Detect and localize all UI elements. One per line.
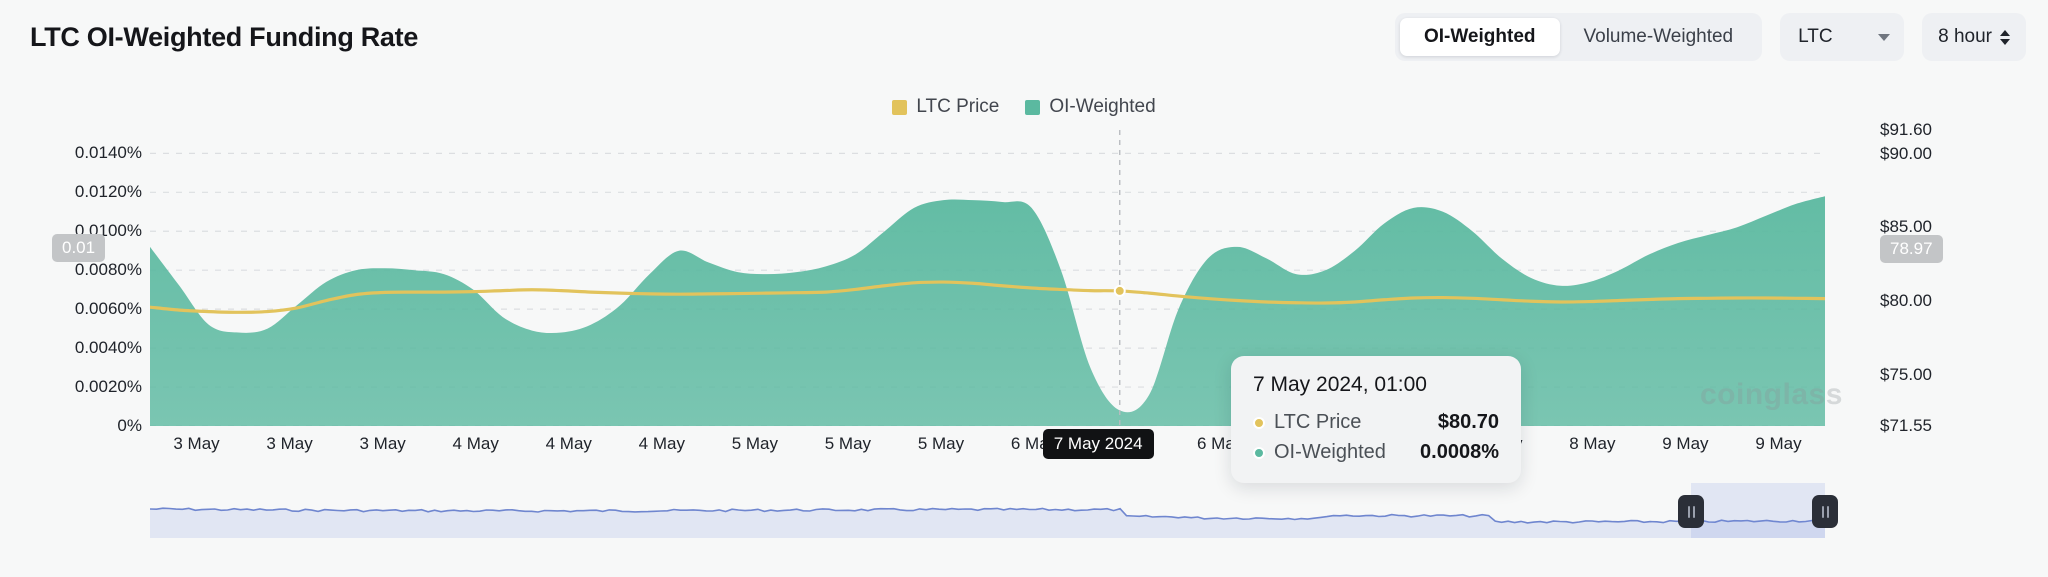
navigator-handle-right[interactable]: [1812, 495, 1838, 528]
x-axis-tick: 4 May: [638, 434, 685, 453]
interval-stepper[interactable]: 8 hour: [1922, 13, 2026, 61]
crosshair-left-value-badge: 0.01: [52, 234, 106, 262]
tab-oi-weighted[interactable]: OI-Weighted: [1399, 18, 1560, 56]
navigator-sparkline: [149, 507, 1826, 538]
tooltip-date: 7 May 2024, 01:00: [1253, 373, 1427, 396]
page-title: LTC OI-Weighted Funding Rate: [30, 22, 419, 52]
tooltip-row-oi-weighted: OI-Weighted 0.0008%: [1253, 441, 1499, 464]
interval-stepper-value: 8 hour: [1938, 26, 1992, 47]
legend-swatch-oi-weighted: [1025, 99, 1041, 115]
y-axis-right-tick: $75.00: [1880, 365, 1932, 385]
chart-plot-area[interactable]: [148, 130, 1827, 427]
x-axis-tick: 3 May: [266, 434, 313, 453]
y-axis-right-tick: $90.00: [1880, 143, 1932, 163]
y-axis-left-tick: 0.0080%: [74, 260, 142, 280]
asset-select[interactable]: LTC: [1780, 13, 1905, 61]
y-axis-left-tick: 0.0040%: [74, 338, 142, 358]
y-axis-left-tick: 0.0120%: [74, 182, 142, 202]
stepper-arrows-icon[interactable]: [2000, 29, 2010, 45]
tooltip-row-ltc-price: LTC Price $80.70: [1253, 411, 1499, 434]
funding-rate-chart-page: LTC OI-Weighted Funding Rate OI-Weighted…: [0, 0, 2048, 577]
y-axis-left-tick: 0%: [117, 416, 142, 435]
chart-controls: OI-Weighted Volume-Weighted LTC 8 hour: [1394, 13, 2026, 61]
x-axis-tick: 4 May: [452, 434, 499, 453]
coinglass-watermark: coinglass: [1700, 378, 1843, 411]
y-axis-left-tick: 0.0060%: [74, 299, 142, 319]
x-axis-tick: 5 May: [731, 434, 779, 453]
legend-item-oi-weighted[interactable]: OI-Weighted: [1025, 96, 1156, 118]
legend-label-oi-weighted: OI-Weighted: [1049, 96, 1156, 117]
x-axis-tick: 8 May: [1569, 434, 1616, 453]
stepper-down-icon[interactable]: [2000, 38, 2010, 45]
chart-legend: LTC Price OI-Weighted: [0, 96, 2048, 118]
x-axis-tick: 3 May: [359, 434, 406, 453]
y-axis-right-tick: $91.60: [1880, 120, 1932, 139]
weighting-toggle-group: OI-Weighted Volume-Weighted: [1394, 13, 1763, 61]
tooltip-value-ltc-price: $80.70: [1437, 411, 1499, 433]
x-axis-tick: 5 May: [917, 434, 965, 453]
crosshair-right-value-badge: 78.97: [1880, 235, 1943, 263]
y-axis-left-tick: 0.0020%: [74, 377, 142, 397]
chart-navigator[interactable]: [149, 483, 1838, 538]
legend-item-ltc-price[interactable]: LTC Price: [892, 96, 999, 118]
tab-volume-weighted[interactable]: Volume-Weighted: [1560, 18, 1758, 56]
tooltip-dot-oi-weighted: [1253, 446, 1265, 459]
crosshair-point: [1113, 284, 1126, 297]
y-axis-right-tick: $71.55: [1880, 416, 1932, 435]
drag-handle-icon: [1687, 505, 1690, 518]
x-axis-tick: 5 May: [824, 434, 872, 453]
y-axis-left-tick: 0.0140%: [74, 143, 142, 163]
drag-handle-icon: [1826, 505, 1829, 518]
chevron-down-icon: [1878, 33, 1891, 41]
legend-swatch-ltc-price: [892, 99, 908, 115]
drag-handle-icon: [1692, 505, 1695, 518]
asset-select-value: LTC: [1798, 26, 1833, 47]
chart-tooltip: 7 May 2024, 01:00 LTC Price $80.70 OI-We…: [1231, 356, 1521, 483]
chart-svg: [148, 130, 1827, 427]
tooltip-value-oi-weighted: 0.0008%: [1420, 441, 1499, 463]
tooltip-name-oi-weighted: OI-Weighted: [1274, 441, 1386, 463]
stepper-up-icon[interactable]: [2000, 29, 2010, 36]
tooltip-name-ltc-price: LTC Price: [1274, 411, 1362, 433]
x-axis-tick: 9 May: [1662, 434, 1709, 453]
y-axis-right-tick: $80.00: [1880, 291, 1932, 311]
x-axis-tick: 3 May: [173, 434, 220, 453]
x-axis-tick: 4 May: [545, 434, 592, 453]
x-axis-tick: 9 May: [1755, 434, 1802, 453]
tooltip-dot-ltc-price: [1253, 416, 1265, 429]
crosshair-x-date-badge: 7 May 2024: [1042, 429, 1154, 459]
drag-handle-icon: [1821, 505, 1824, 518]
navigator-selection[interactable]: [1691, 483, 1825, 538]
legend-label-ltc-price: LTC Price: [916, 96, 1000, 117]
navigator-handle-left[interactable]: [1678, 495, 1704, 528]
